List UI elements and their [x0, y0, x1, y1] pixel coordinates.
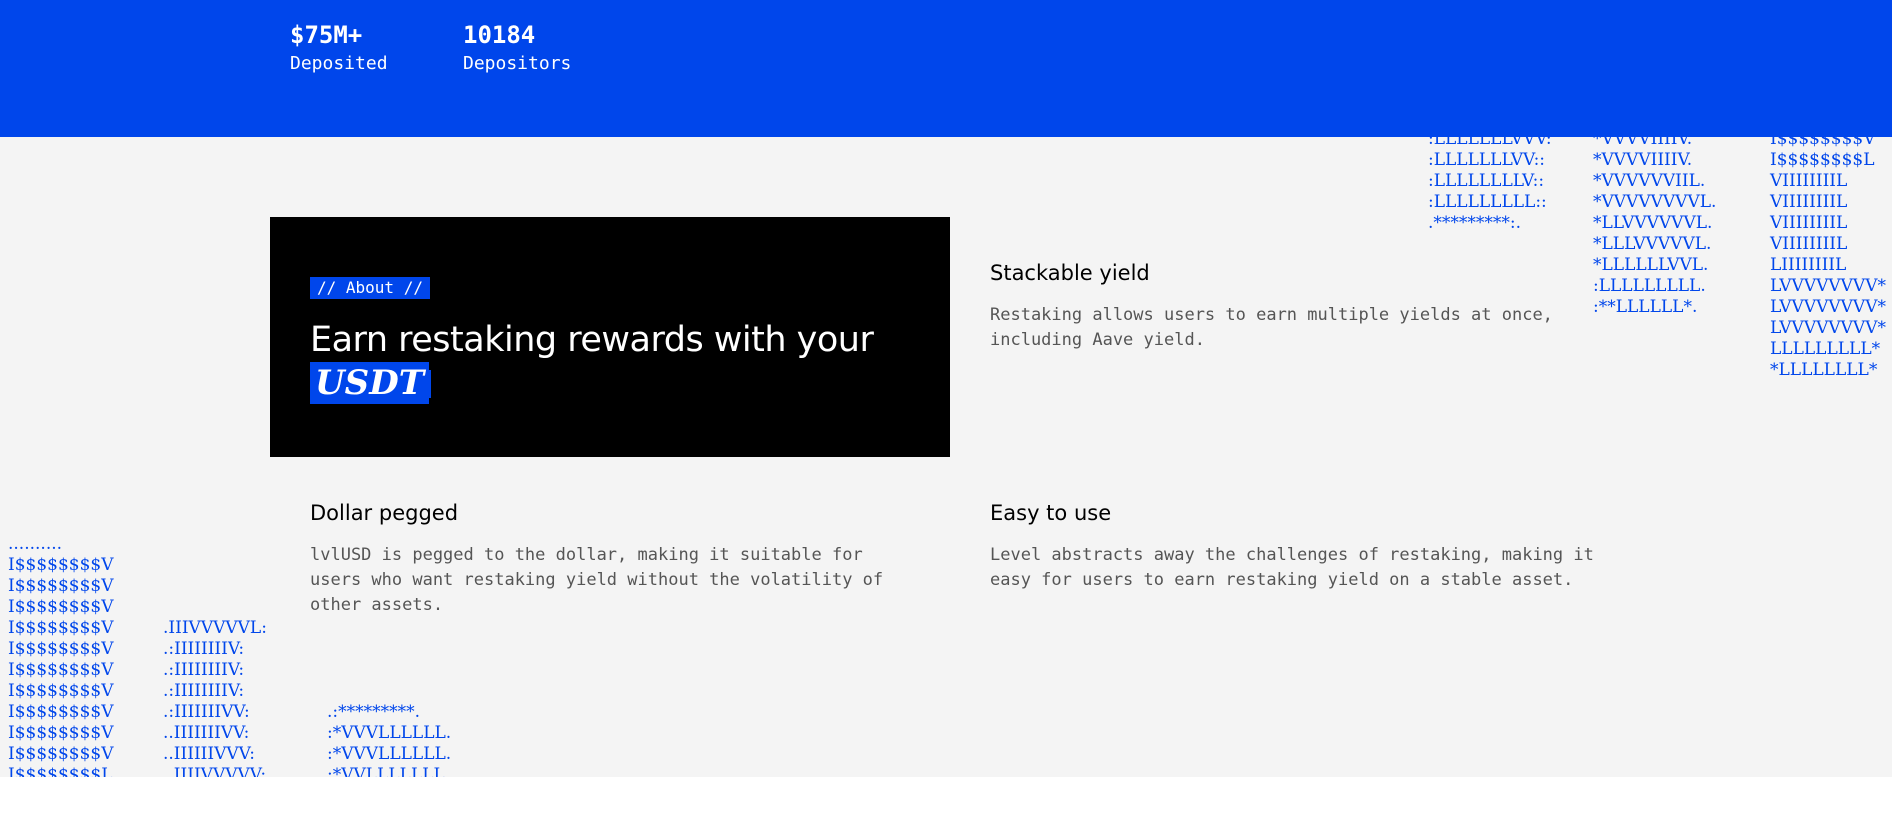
feature-easy-to-use-title: Easy to use: [990, 501, 1112, 525]
ascii-art-top-left: :LLLLLLLVVV: :LLLLLLLVV:: :LLLLLLLLV:: :…: [1428, 137, 1552, 233]
ascii-art-top-middle: *VVVVIIIIV. *VVVVIIIIV. *VVVVVVIIL. *VVV…: [1593, 137, 1717, 317]
ascii-art-bottom-left: .......... I$$$$$$$$V I$$$$$$$$V I$$$$$$…: [8, 534, 114, 777]
feature-easy-to-use: Easy to use Level abstracts away the cha…: [990, 499, 1640, 593]
highlight-token: USDT: [310, 362, 429, 404]
ascii-art-top-right: I$$$$$$$$V I$$$$$$$$L VIIIIIIIIL VIIIIII…: [1770, 137, 1886, 380]
feature-stackable-yield: Stackable yield Restaking allows users t…: [990, 259, 1610, 353]
about-tag: // About //: [310, 277, 430, 299]
stat-deposited-value: $75M+: [290, 21, 363, 49]
stats-band: $75M+ Deposited 10184 Depositors: [0, 0, 1892, 137]
feature-dollar-pegged: Dollar pegged lvlUSD is pegged to the do…: [310, 499, 920, 618]
about-card: // About // Earn restaking rewards with …: [270, 217, 950, 457]
ascii-art-bottom-middle: .IIIVVVVVL: .:IIIIIIIIV: .:IIIIIIIIV: .:…: [163, 618, 267, 777]
stat-depositors-label: Depositors: [463, 53, 572, 74]
feature-stackable-yield-title: Stackable yield: [990, 261, 1150, 285]
feature-stackable-yield-body: Restaking allows users to earn multiple …: [990, 305, 1553, 350]
feature-dollar-pegged-title: Dollar pegged: [310, 501, 459, 525]
typing-cursor: [428, 370, 431, 398]
feature-easy-to-use-body: Level abstracts away the challenges of r…: [990, 545, 1594, 590]
stat-depositors-value: 10184: [463, 21, 536, 49]
stat-deposited-label: Deposited: [290, 53, 388, 74]
about-section: :LLLLLLLVVV: :LLLLLLLVV:: :LLLLLLLLV:: :…: [0, 137, 1892, 777]
about-headline: Earn restaking rewards with your: [310, 320, 874, 360]
stat-deposited: $75M+ Deposited: [290, 20, 388, 76]
ascii-art-bottom-right: .:*********. :*VVVLLLLLL. :*VVVLLLLLL. :…: [327, 702, 452, 777]
stat-depositors: 10184 Depositors: [463, 20, 571, 76]
feature-dollar-pegged-body: lvlUSD is pegged to the dollar, making i…: [310, 545, 884, 615]
